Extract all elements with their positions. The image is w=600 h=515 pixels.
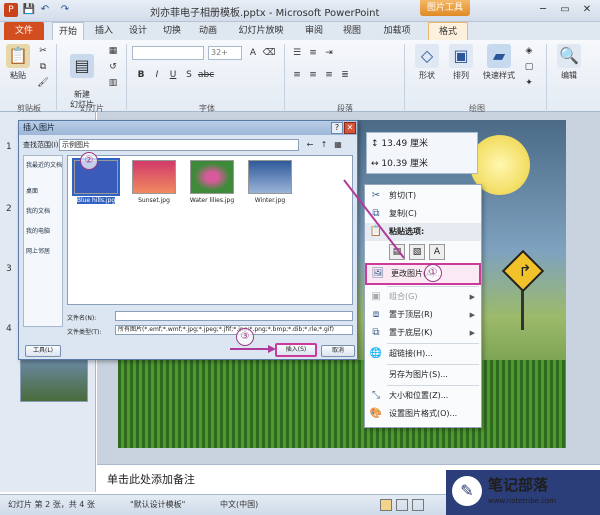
- arrow-head: [268, 345, 276, 353]
- sorter-view-icon[interactable]: [396, 499, 408, 511]
- theme-status: "默认设计模板": [130, 500, 186, 509]
- watermark-url: www.notetribe.com: [488, 497, 557, 505]
- normal-view-icon[interactable]: [380, 499, 392, 511]
- language-status: 中文(中国): [220, 500, 259, 509]
- watermark-name: 笔记部落: [488, 476, 549, 494]
- pen-logo-icon: ✎: [452, 476, 482, 506]
- arrow-line: [343, 179, 405, 259]
- reading-view-icon[interactable]: [412, 499, 424, 511]
- annotation-arrows: [230, 179, 405, 353]
- slide-count-status: 幻灯片 第 2 张，共 4 张: [8, 500, 95, 509]
